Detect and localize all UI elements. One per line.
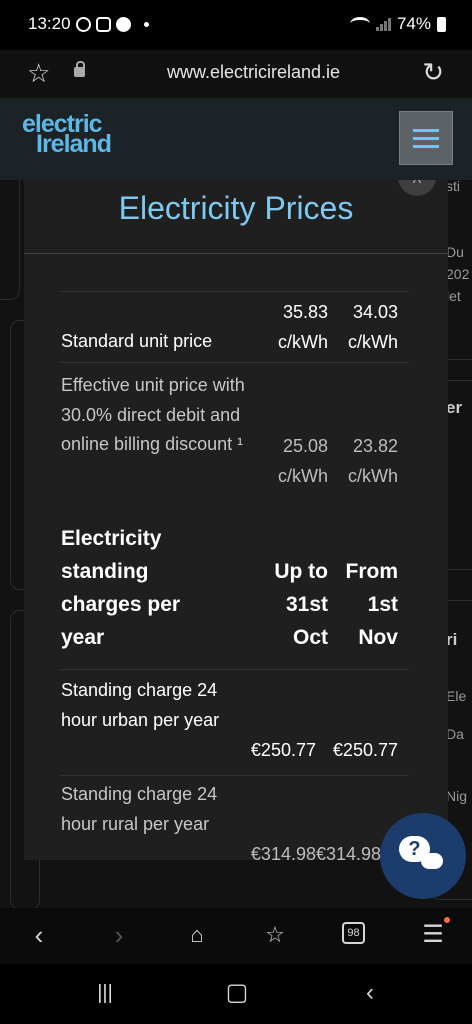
background-text: sti: [446, 180, 460, 194]
electricity-prices-modal: ^ Electricity Prices Standard unit price…: [24, 180, 448, 860]
help-question-icon: ?: [399, 836, 430, 862]
url-text[interactable]: www.electricireland.ie: [0, 62, 472, 83]
row-value-col1: €250.77: [250, 740, 316, 760]
background-text: let: [446, 288, 461, 304]
notification-dot: [444, 917, 450, 923]
site-header: electric Ireland: [0, 98, 472, 180]
instagram-icon: [96, 17, 111, 32]
row-value-col1: 35.83 c/kWh: [277, 302, 328, 352]
table-row: Standing charge 24 hour rural per year €…: [60, 780, 409, 860]
logo-line-2: Ireland: [36, 130, 112, 158]
battery-percent: 74%: [396, 14, 431, 33]
battery-icon: [437, 16, 446, 32]
background-text: er: [446, 398, 463, 417]
row-label: Standing charge 24 hour urban per year: [61, 680, 220, 730]
background-text: 202: [446, 266, 470, 282]
more-notifications-dot: [144, 22, 149, 27]
row-label: Effective unit price with 30.0% direct d…: [61, 375, 245, 454]
row-value-col1: 25.08 c/kWh: [277, 436, 328, 486]
status-time: 13:20: [28, 14, 71, 33]
row-value-col2: €250.77: [332, 740, 398, 760]
table-header-row: Electricity standing charges per year Up…: [60, 522, 409, 657]
recent-apps-icon[interactable]: |||: [85, 976, 125, 1010]
chat-button[interactable]: ?: [380, 813, 466, 899]
forward-icon[interactable]: ›: [99, 918, 139, 952]
row-label: Standard unit price: [61, 331, 213, 351]
table-row: Effective unit price with 30.0% direct d…: [60, 371, 409, 491]
system-navigation-bar: ||| ▢ ‹: [0, 964, 472, 1024]
bookmarks-icon[interactable]: ☆: [255, 918, 295, 952]
signal-icon: [375, 17, 391, 31]
row-value-col2: 23.82 c/kWh: [347, 436, 398, 486]
modal-title: Electricity Prices: [118, 190, 354, 226]
background-card: [0, 180, 20, 300]
status-right: 74%: [349, 14, 446, 34]
table-divider: [60, 362, 409, 363]
table-divider: [60, 291, 409, 292]
url-bar: ☆ www.electricireland.ie ↻: [0, 50, 472, 98]
row-value-col1: €314.98: [250, 844, 316, 860]
table-row: Standard unit price 35.83 c/kWh 34.03 c/…: [60, 296, 409, 356]
header-col2: From 1st Nov: [345, 560, 399, 649]
system-back-icon[interactable]: ‹: [350, 976, 390, 1010]
tabs-button[interactable]: 98: [342, 922, 365, 944]
row-label: Standing charge 24 hour rural per year: [61, 784, 218, 834]
table-divider: [60, 669, 409, 670]
electric-ireland-logo[interactable]: electric Ireland: [22, 112, 112, 158]
whatsapp-icon: [76, 17, 91, 32]
home-icon[interactable]: ⌂: [177, 918, 217, 952]
hamburger-menu-button[interactable]: [399, 111, 453, 165]
facebook-icon: [116, 17, 131, 32]
background-text: Da: [446, 726, 464, 742]
reload-icon[interactable]: ↻: [422, 58, 444, 86]
background-text: Du: [446, 244, 464, 260]
back-icon[interactable]: ‹: [19, 918, 59, 952]
table-row: Standing charge 24 hour urban per year €…: [60, 676, 409, 771]
menu-icon[interactable]: ☰: [413, 918, 453, 952]
header-col1: Up to 31st Oct: [274, 560, 328, 649]
notification-icons: [76, 17, 149, 32]
status-bar: 13:20 74%: [0, 0, 472, 50]
background-text: Ele: [446, 688, 467, 704]
background-text: Nig: [446, 788, 468, 804]
header-label: Electricity standing charges per year: [61, 527, 181, 649]
home-button-icon[interactable]: ▢: [217, 976, 257, 1010]
table-divider: [60, 775, 409, 776]
browser-toolbar: ‹ › ⌂ ☆ 98 ☰: [0, 908, 472, 964]
wifi-icon: [349, 17, 370, 31]
row-value-col2: 34.03 c/kWh: [347, 302, 398, 352]
modal-divider: [24, 253, 448, 254]
